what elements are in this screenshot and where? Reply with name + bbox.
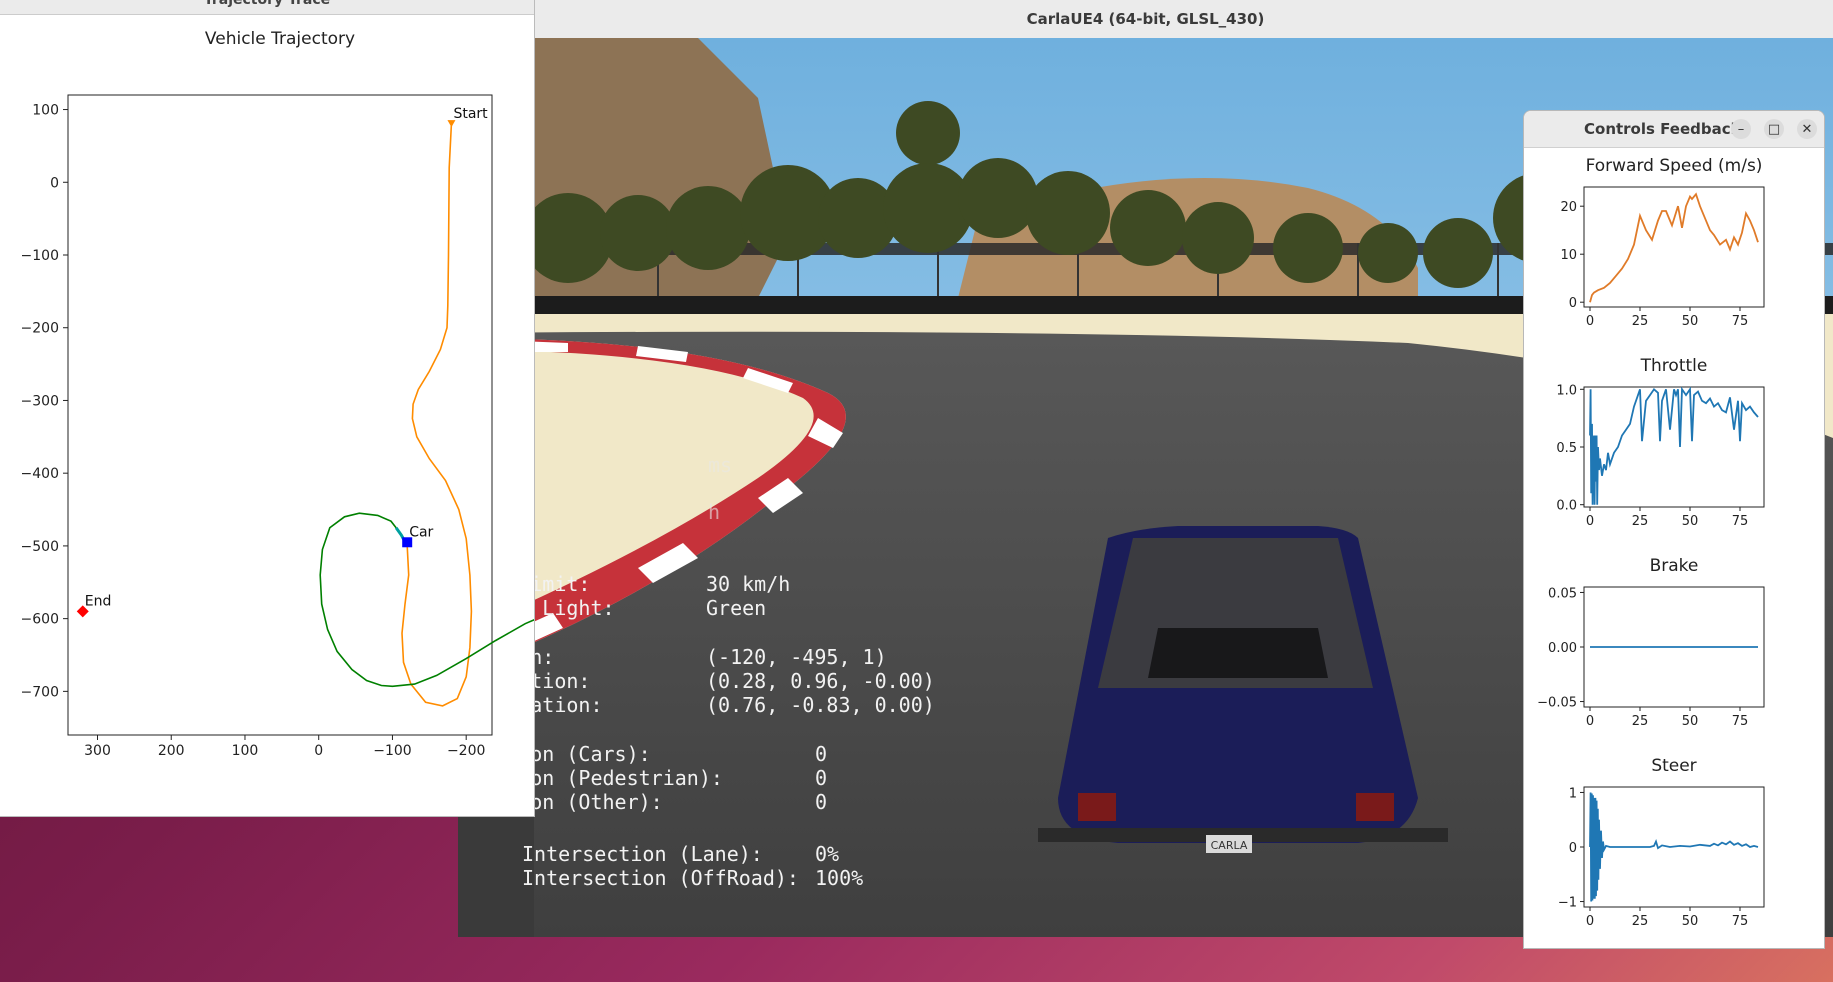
hud-faded-line-1: ms [708, 453, 733, 477]
y-tick-label: 0.05 [1548, 586, 1577, 601]
hud-acceleration-value: (0.76, -0.83, 0.00) [706, 693, 935, 717]
x-tick-label: 75 [1732, 314, 1749, 329]
trajectory-title: Vehicle Trajectory [205, 29, 355, 49]
x-tick-label: 200 [158, 743, 185, 759]
x-tick-label: 0 [1586, 714, 1594, 729]
trajectory-axes [67, 94, 493, 736]
x-tick-label: 25 [1632, 914, 1649, 929]
y-tick-label: 20 [1560, 200, 1577, 215]
control-chart-title: Steer [1651, 756, 1696, 776]
close-button[interactable]: ✕ [1797, 119, 1817, 139]
y-tick-label: −600 [21, 612, 59, 628]
minimize-button[interactable]: – [1731, 119, 1751, 139]
hud-collision-cars-value: 0 [815, 742, 828, 766]
controls-feedback-window: Controls Feedback – □ ✕ Forward Speed (m… [1523, 110, 1825, 949]
hud-location-value: (-120, -495, 1) [706, 645, 887, 669]
marker-label-car: Car [409, 524, 433, 540]
y-tick-label: 1.0 [1556, 383, 1577, 398]
y-tick-label: 10 [1560, 248, 1577, 263]
trajectory-window-title: Trajectory Trace [203, 0, 331, 8]
x-tick-label: 25 [1632, 514, 1649, 529]
y-tick-label: 0 [50, 175, 59, 191]
x-tick-label: 300 [84, 743, 111, 759]
y-tick-label: −100 [21, 248, 59, 264]
control-chart-title: Forward Speed (m/s) [1586, 156, 1763, 176]
marker-label-start: Start [453, 106, 488, 122]
control-chart-title: Brake [1650, 556, 1699, 576]
y-tick-label: 0.00 [1548, 641, 1577, 656]
x-tick-label: 50 [1682, 914, 1699, 929]
control-chart-axes [1583, 186, 1765, 308]
x-tick-label: −200 [447, 743, 485, 759]
y-tick-label: 0 [1569, 841, 1577, 856]
hud-orientation-value: (0.28, 0.96, -0.00) [706, 669, 935, 693]
y-tick-label: −1 [1558, 896, 1577, 911]
control-chart-0: Forward Speed (m/s) 0 25 50 75 0 10 20 [1560, 156, 1765, 329]
x-tick-label: 100 [232, 743, 259, 759]
y-tick-label: 1 [1569, 786, 1577, 801]
x-tick-label: 25 [1632, 714, 1649, 729]
license-plate-text: CARLA [1211, 839, 1248, 852]
hud-traffic-light-value: Green [706, 596, 767, 620]
hud-collision-ped-value: 0 [815, 766, 828, 790]
x-tick-label: 0 [1586, 314, 1594, 329]
hud-intersection-offroad-label: Intersection (OffRoad): [522, 866, 799, 890]
hud-intersection-lane-label: Intersection (Lane): [522, 842, 763, 866]
carla-titlebar[interactable]: CarlaUE4 (64-bit, GLSL_430) [458, 0, 1833, 39]
x-tick-label: 0 [1586, 914, 1594, 929]
hud-speed-limit-value: 30 km/h [706, 572, 791, 596]
x-tick-label: 0 [314, 743, 323, 759]
control-chart-3: Steer 0 25 50 75 1 0 −1 [1558, 756, 1765, 929]
marker-label-end: End [85, 593, 112, 609]
x-tick-label: 75 [1732, 914, 1749, 929]
trajectory-titlebar[interactable]: Trajectory Trace [0, 0, 534, 15]
maximize-button[interactable]: □ [1764, 119, 1784, 139]
controls-titlebar[interactable]: Controls Feedback – □ ✕ [1524, 111, 1824, 148]
control-chart-title: Throttle [1640, 356, 1708, 376]
x-tick-label: 25 [1632, 314, 1649, 329]
control-chart-1: Throttle 0 25 50 75 0.0 0.5 1.0 [1556, 356, 1765, 529]
y-tick-label: −200 [21, 321, 59, 337]
hud-intersection-lane-value: 0% [815, 842, 840, 866]
trajectory-window: Trajectory Trace Vehicle Trajectory 300 20… [0, 0, 535, 817]
y-tick-label: −0.05 [1537, 696, 1577, 711]
y-tick-label: 100 [32, 103, 59, 119]
y-tick-label: −500 [21, 539, 59, 555]
x-tick-label: −100 [373, 743, 411, 759]
hud-collision-other-value: 0 [815, 790, 828, 814]
hud-intersection-offroad-value: 100% [815, 866, 864, 890]
trajectory-chart: Vehicle Trajectory 300 200 100 0 −100 −200 100 0… [21, 29, 534, 759]
x-tick-label: 50 [1682, 314, 1699, 329]
y-tick-label: 0.0 [1556, 499, 1577, 514]
x-tick-label: 75 [1732, 714, 1749, 729]
y-tick-label: 0.5 [1556, 441, 1577, 456]
x-tick-label: 75 [1732, 514, 1749, 529]
x-tick-label: 0 [1586, 514, 1594, 529]
hud-faded-line-2: h [708, 500, 721, 524]
y-tick-label: −400 [21, 466, 59, 482]
controls-charts: Forward Speed (m/s)0 25 50 7501020Throttle0… [1537, 156, 1765, 929]
x-tick-label: 50 [1682, 514, 1699, 529]
x-tick-label: 50 [1682, 714, 1699, 729]
controls-window-title: Controls Feedback [1584, 120, 1741, 138]
y-tick-label: −700 [21, 684, 59, 700]
y-tick-label: −300 [21, 393, 59, 409]
y-tick-label: 0 [1569, 296, 1577, 311]
carla-window-title: CarlaUE4 (64-bit, GLSL_430) [1026, 10, 1265, 28]
control-chart-2: Brake 0 25 50 75 0.05 0.00 −0.05 [1537, 556, 1765, 729]
